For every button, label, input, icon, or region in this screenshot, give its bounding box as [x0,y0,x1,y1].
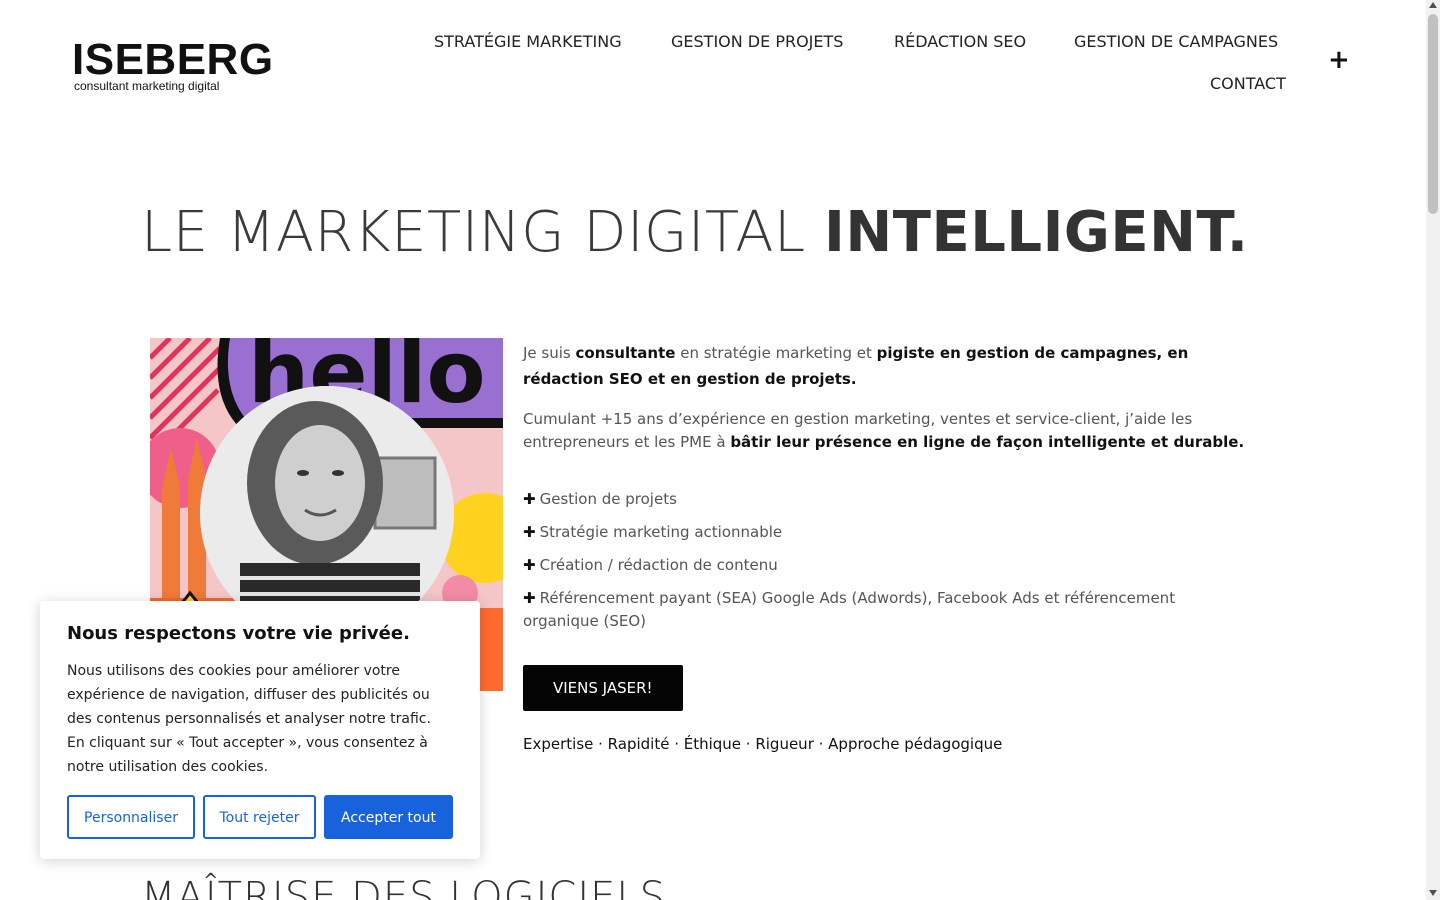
intro-bold-1: consultante [575,344,676,362]
values-tagline: Expertise · Rapidité · Éthique · Rigueur… [523,735,1003,753]
plus-icon: ✚ [523,523,536,541]
service-label: Création / rédaction de contenu [539,556,778,574]
nav-contact[interactable]: CONTACT [1210,74,1286,93]
plus-icon: ✚ [523,556,536,574]
list-item: ✚ Gestion de projets [523,488,1248,511]
intro-text-1: Je suis [523,344,576,362]
viens-jaser-button[interactable]: VIENS JASER! [523,665,683,711]
logo-wordmark: ISEBERG [72,35,274,84]
section-title-logiciels: MAÎTRISE DES LOGICIELS [141,874,667,900]
nav-gestion-de-projets[interactable]: GESTION DE PROJETS [671,32,843,51]
scroll-up-arrow-icon[interactable] [1429,2,1437,8]
site-logo[interactable]: ISEBERG consultant marketing digital [72,35,274,93]
nav-redaction-seo[interactable]: RÉDACTION SEO [894,32,1026,51]
list-item: ✚ Stratégie marketing actionnable [523,521,1248,544]
page-scrollbar[interactable] [1426,0,1440,900]
service-label: Stratégie marketing actionnable [539,523,783,541]
plus-icon: ✚ [523,589,536,607]
hero-text-column: Je suis consultante en stratégie marketi… [523,340,1248,757]
plus-icon: ✚ [523,490,536,508]
hero-headline: LE MARKETING DIGITAL INTELLIGENT. [141,200,1248,266]
page: ISEBERG consultant marketing digital STR… [0,0,1426,900]
list-item: ✚ Création / rédaction de contenu [523,554,1248,577]
menu-plus-icon[interactable]: + [1328,46,1350,74]
service-label: Référencement payant (SEA) Google Ads (A… [523,589,1176,630]
nav-gestion-de-campagnes[interactable]: GESTION DE CAMPAGNES [1074,32,1278,51]
headline-light: LE MARKETING DIGITAL [141,200,825,265]
accept-all-button[interactable]: Accepter tout [324,795,453,839]
experience-paragraph: Cumulant +15 ans d’expérience en gestion… [523,408,1248,454]
intro-paragraph: Je suis consultante en stratégie marketi… [523,340,1248,392]
scrollbar-thumb[interactable] [1428,14,1438,214]
reject-all-button[interactable]: Tout rejeter [203,795,316,839]
cookie-consent-banner: Nous respectons votre vie privée. Nous u… [40,601,480,859]
service-label: Gestion de projets [539,490,677,508]
customize-button[interactable]: Personnaliser [67,795,195,839]
cookie-body: Nous utilisons des cookies pour améliore… [67,663,431,775]
list-item: ✚ Référencement payant (SEA) Google Ads (… [523,587,1248,633]
headline-bold: INTELLIGENT. [824,200,1249,265]
nav-strategie-marketing[interactable]: STRATÉGIE MARKETING [434,32,622,51]
experience-bold: bâtir leur présence en ligne de façon in… [730,433,1245,451]
intro-text-2: en stratégie marketing et [675,344,877,362]
services-list: ✚ Gestion de projets ✚ Stratégie marketing… [523,488,1248,633]
scroll-down-arrow-icon[interactable] [1429,890,1437,896]
cookie-title: Nous respectons votre vie privée. [67,623,410,644]
